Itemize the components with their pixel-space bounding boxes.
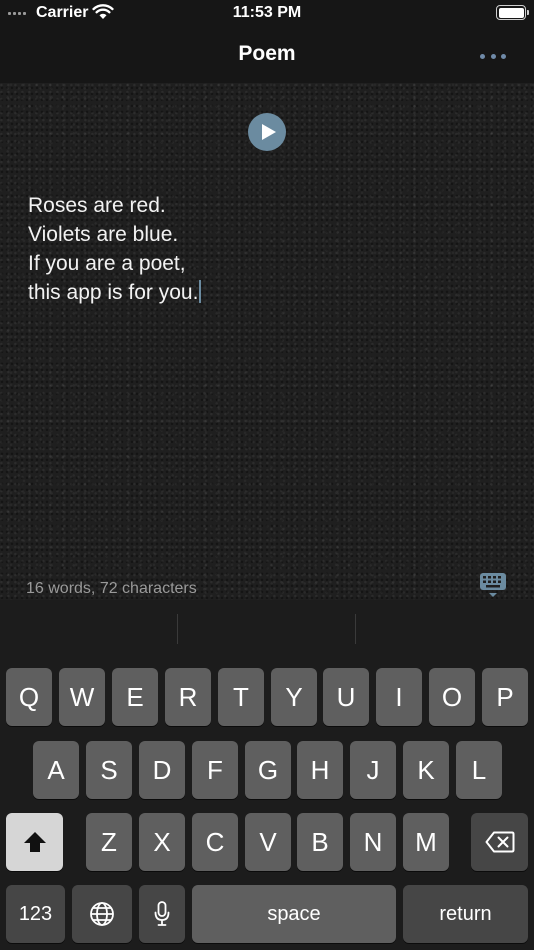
globe-key[interactable] bbox=[72, 885, 132, 943]
key-v[interactable]: V bbox=[245, 813, 291, 871]
more-options-button[interactable] bbox=[480, 50, 506, 62]
globe-icon bbox=[90, 902, 114, 926]
key-f[interactable]: F bbox=[192, 741, 238, 799]
key-e[interactable]: E bbox=[112, 668, 158, 726]
key-x[interactable]: X bbox=[139, 813, 185, 871]
delete-key[interactable] bbox=[471, 813, 528, 871]
key-a[interactable]: A bbox=[33, 741, 79, 799]
navigation-bar: Poem bbox=[0, 28, 534, 83]
delete-icon bbox=[485, 831, 514, 853]
key-n[interactable]: N bbox=[350, 813, 396, 871]
dictation-key[interactable] bbox=[139, 885, 185, 943]
key-m[interactable]: M bbox=[403, 813, 449, 871]
key-d[interactable]: D bbox=[139, 741, 185, 799]
status-bar: Carrier 11:53 PM bbox=[0, 0, 534, 28]
poem-line: Violets are blue. bbox=[28, 223, 179, 246]
microphone-icon bbox=[154, 901, 170, 926]
poem-editor[interactable]: Roses are red. Violets are blue. If you … bbox=[0, 83, 534, 600]
play-button[interactable] bbox=[248, 113, 286, 151]
poem-text[interactable]: Roses are red. Violets are blue. If you … bbox=[28, 191, 202, 307]
play-icon bbox=[261, 124, 276, 140]
key-b[interactable]: B bbox=[297, 813, 343, 871]
key-t[interactable]: T bbox=[218, 668, 264, 726]
key-g[interactable]: G bbox=[245, 741, 291, 799]
keyboard-dismiss-icon[interactable] bbox=[480, 573, 506, 599]
key-p[interactable]: P bbox=[482, 668, 528, 726]
numbers-key[interactable]: 123 bbox=[6, 885, 65, 943]
key-k[interactable]: K bbox=[403, 741, 449, 799]
poem-line: this app is for you. bbox=[28, 281, 199, 304]
key-c[interactable]: C bbox=[192, 813, 238, 871]
key-o[interactable]: O bbox=[429, 668, 475, 726]
page-title: Poem bbox=[238, 42, 296, 65]
status-time: 11:53 PM bbox=[232, 4, 302, 21]
key-w[interactable]: W bbox=[59, 668, 105, 726]
shift-key[interactable] bbox=[6, 813, 63, 871]
return-key[interactable]: return bbox=[403, 885, 528, 943]
suggestion-bar bbox=[0, 600, 534, 658]
ellipsis-icon bbox=[480, 53, 485, 59]
key-z[interactable]: Z bbox=[86, 813, 132, 871]
key-r[interactable]: R bbox=[165, 668, 211, 726]
key-j[interactable]: J bbox=[350, 741, 396, 799]
poem-line: Roses are red. bbox=[28, 194, 166, 217]
text-cursor bbox=[199, 280, 202, 303]
battery-icon bbox=[496, 5, 529, 20]
shift-icon bbox=[23, 832, 46, 852]
keyboard: Q W E R T Y U I O P A S D F G H J K L Z … bbox=[0, 600, 534, 950]
key-u[interactable]: U bbox=[323, 668, 369, 726]
space-key[interactable]: space bbox=[192, 885, 396, 943]
key-i[interactable]: I bbox=[376, 668, 422, 726]
key-q[interactable]: Q bbox=[6, 668, 52, 726]
key-l[interactable]: L bbox=[456, 741, 502, 799]
poem-line: If you are a poet, bbox=[28, 252, 186, 275]
key-s[interactable]: S bbox=[86, 741, 132, 799]
word-character-counter: 16 words, 72 characters bbox=[26, 580, 197, 597]
key-y[interactable]: Y bbox=[271, 668, 317, 726]
key-h[interactable]: H bbox=[297, 741, 343, 799]
